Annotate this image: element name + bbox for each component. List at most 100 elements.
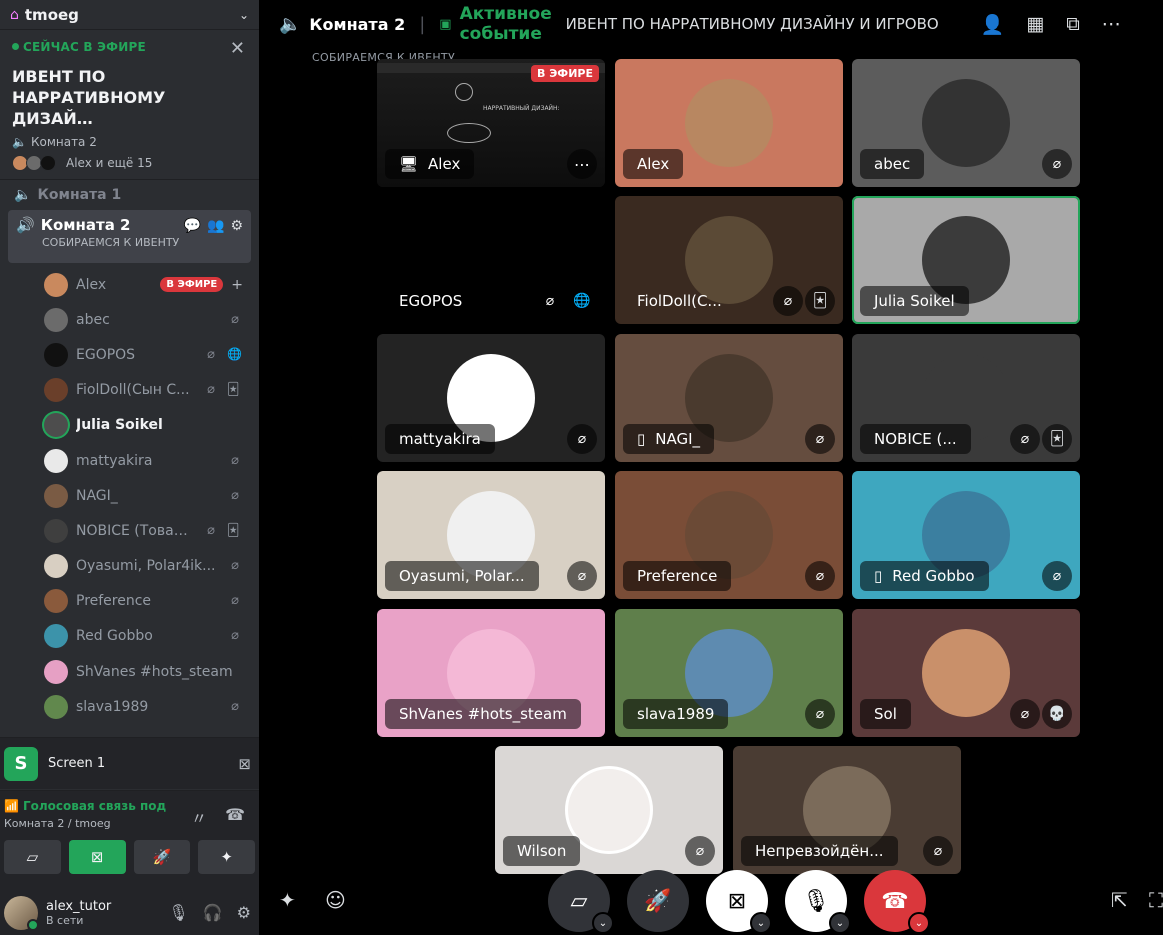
voice-status-panel: 📶 Голосовая связь под Комната 2 / tmoeg … <box>0 790 259 890</box>
fullscreen-icon[interactable]: ⛶ <box>1149 888 1163 912</box>
list-item[interactable]: NAGI_ ⌀ <box>0 478 259 513</box>
participant-tile[interactable]: Oyasumi, Polar... ⌀ <box>377 471 605 599</box>
soundboard-button[interactable]: ✦ <box>198 840 255 874</box>
list-item[interactable]: NOBICE (Товар... ⌀ 🃏 <box>0 513 259 548</box>
active-event-label[interactable]: Активное событие <box>460 4 558 44</box>
avatar <box>44 272 68 297</box>
avatar <box>44 624 68 649</box>
list-item[interactable]: ShVanes #hots_steam <box>0 654 259 689</box>
chat-icon[interactable]: 💬 <box>184 218 201 234</box>
participant-tile[interactable]: Непревзойдён... ⌀ <box>733 746 961 874</box>
participant-name: abec <box>860 149 925 179</box>
plus-icon[interactable]: + <box>231 277 243 293</box>
participant-tile[interactable]: abec ⌀ <box>852 59 1080 187</box>
camera-toggle-button[interactable]: ▱ <box>4 840 61 874</box>
close-icon[interactable]: ✕ <box>230 38 245 59</box>
participant-tile[interactable]: FiolDoll(C... ⌀ 🃏 <box>615 196 843 324</box>
screen-share-button[interactable]: ⊠ ⌄ <box>706 870 772 934</box>
mic-off-icon: ⌀ <box>773 286 803 316</box>
list-item[interactable]: abec ⌀ <box>0 302 259 337</box>
soundboard-icon[interactable]: ✦ <box>279 888 296 912</box>
list-item[interactable]: EGOPOS ⌀ 🌐 <box>0 337 259 372</box>
participant-tile[interactable]: mattyakira ⌀ <box>377 334 605 462</box>
mic-off-icon: ⌀ <box>231 452 239 468</box>
mic-off-icon: ⌀ <box>805 561 835 591</box>
headphones-icon[interactable]: 🎧 <box>203 903 223 922</box>
server-header[interactable]: ⌂ tmoeg ⌄ <box>0 0 259 30</box>
user-panel: alex_tutor В сети 🎙 🎧 ⚙ <box>0 890 259 935</box>
mic-off-icon: ⌀ <box>207 382 215 398</box>
avatar <box>44 589 68 614</box>
gear-icon[interactable]: ⚙ <box>237 903 251 922</box>
activity-button[interactable]: 🚀 <box>133 840 191 874</box>
popout-icon[interactable]: ⇱ <box>1111 888 1128 912</box>
list-item[interactable]: mattyakira ⌀ <box>0 443 259 478</box>
microphone-icon[interactable]: 🎙 <box>168 903 188 922</box>
chevron-down-icon[interactable]: ⌄ <box>592 912 614 934</box>
speaker-icon: 🔈 <box>12 135 27 149</box>
chevron-down-icon[interactable]: ⌄ <box>829 912 851 934</box>
microphone-icon: 🎙 <box>802 888 830 914</box>
disconnect-button[interactable]: ☎ ⌄ <box>864 870 930 934</box>
avatar <box>44 483 68 508</box>
avatar[interactable] <box>4 895 39 931</box>
list-item[interactable]: Alex В ЭФИРЕ + <box>0 267 259 302</box>
live-now-card[interactable]: СЕЙЧАС В ЭФИРЕ ✕ ИВЕНТ ПО НАРРАТИВНОМУ Д… <box>0 30 259 180</box>
participant-tile[interactable]: NOBICE (... ⌀ 🃏 <box>852 334 1080 462</box>
noise-suppression-icon[interactable]: 〃 <box>191 805 207 829</box>
channel-room-1[interactable]: 🔈 Комната 1 <box>0 180 259 210</box>
mobile-icon: ▯ <box>637 430 646 448</box>
stop-share-icon[interactable]: ⊠ <box>238 755 251 773</box>
chevron-down-icon[interactable]: ⌄ <box>239 8 249 22</box>
participant-tile[interactable]: Alex <box>615 59 843 187</box>
layout-icon[interactable]: ▦ <box>1026 13 1044 36</box>
chevron-down-icon[interactable]: ⌄ <box>908 912 930 934</box>
rocket-icon: 🚀 <box>644 888 672 914</box>
list-item[interactable]: FiolDoll(Сын С... ⌀ 🃏 <box>0 373 259 408</box>
room-title: Комната 2 <box>309 14 406 34</box>
invite-icon[interactable]: 👥 <box>207 218 224 234</box>
participant-tile[interactable]: Wilson ⌀ <box>495 746 723 874</box>
speaker-icon: 🔈 <box>14 187 32 203</box>
popout-icon[interactable]: ⧉ <box>1066 13 1080 36</box>
activity-icon: 🃏 <box>227 522 240 537</box>
disconnect-icon[interactable]: ☎ <box>225 805 245 829</box>
participant-tile[interactable]: EGOPOS ⌀ 🌐 <box>377 196 605 324</box>
chevron-down-icon[interactable]: ⌄ <box>750 912 772 934</box>
activity-button[interactable]: 🚀 <box>627 870 689 932</box>
channel-room-2[interactable]: 🔊 Комната 2 СОБИРАЕМСЯ К ИВЕНТУ 💬 👥 ⚙ <box>8 210 251 263</box>
screen-share-icon: S <box>4 746 38 781</box>
participant-tile[interactable]: ▯ NAGI_ ⌀ <box>615 334 843 462</box>
participant-tile[interactable]: ShVanes #hots_steam <box>377 609 605 737</box>
more-icon[interactable]: ⋯ <box>567 149 597 179</box>
mic-off-icon: ⌀ <box>231 628 239 644</box>
participant-tile[interactable]: Julia Soikel <box>852 196 1080 324</box>
list-item[interactable]: Red Gobbo ⌀ <box>0 619 259 654</box>
participant-tile[interactable]: slava1989 ⌀ <box>615 609 843 737</box>
more-icon[interactable]: ⋯ <box>1102 13 1121 36</box>
list-item[interactable]: slava1989 ⌀ <box>0 689 259 724</box>
hang-up-icon: ☎ <box>881 888 909 914</box>
screen-share-label: Screen 1 <box>48 756 106 771</box>
activity-icon: 🌐 <box>567 286 597 316</box>
mic-off-icon: ⌀ <box>805 699 835 729</box>
add-user-icon[interactable]: 👤 <box>981 13 1005 36</box>
list-item[interactable]: Preference ⌀ <box>0 584 259 619</box>
list-item[interactable]: Oyasumi, Polar4ik... ⌀ <box>0 549 259 584</box>
activity-icon: 🃏 <box>227 382 240 397</box>
gear-icon[interactable]: ⚙ <box>230 218 243 234</box>
participant-name: NOBICE (... <box>860 424 971 454</box>
emoji-icon[interactable]: ☺ <box>325 888 346 912</box>
mic-off-icon: ⌀ <box>535 286 565 316</box>
participant-tile[interactable]: Sol ⌀ 💀 <box>852 609 1080 737</box>
camera-toggle-button[interactable]: ▱ ⌄ <box>548 870 614 934</box>
mic-off-icon: ⌀ <box>1010 699 1040 729</box>
stream-tile[interactable]: НАРРАТИВНЫЙ ДИЗАЙН: В ЭФИРЕ 🖥 Alex ⋯ <box>377 59 605 187</box>
screen-share-bar[interactable]: S Screen 1 ⊠ <box>0 737 259 789</box>
live-badge: В ЭФИРЕ <box>160 277 224 293</box>
participant-tile[interactable]: Preference ⌀ <box>615 471 843 599</box>
screen-share-button[interactable]: ⊠ <box>68 840 126 874</box>
microphone-button[interactable]: 🎙 ⌄ <box>785 870 851 934</box>
list-item[interactable]: Julia Soikel <box>0 408 259 443</box>
participant-tile[interactable]: ▯ Red Gobbo ⌀ <box>852 471 1080 599</box>
